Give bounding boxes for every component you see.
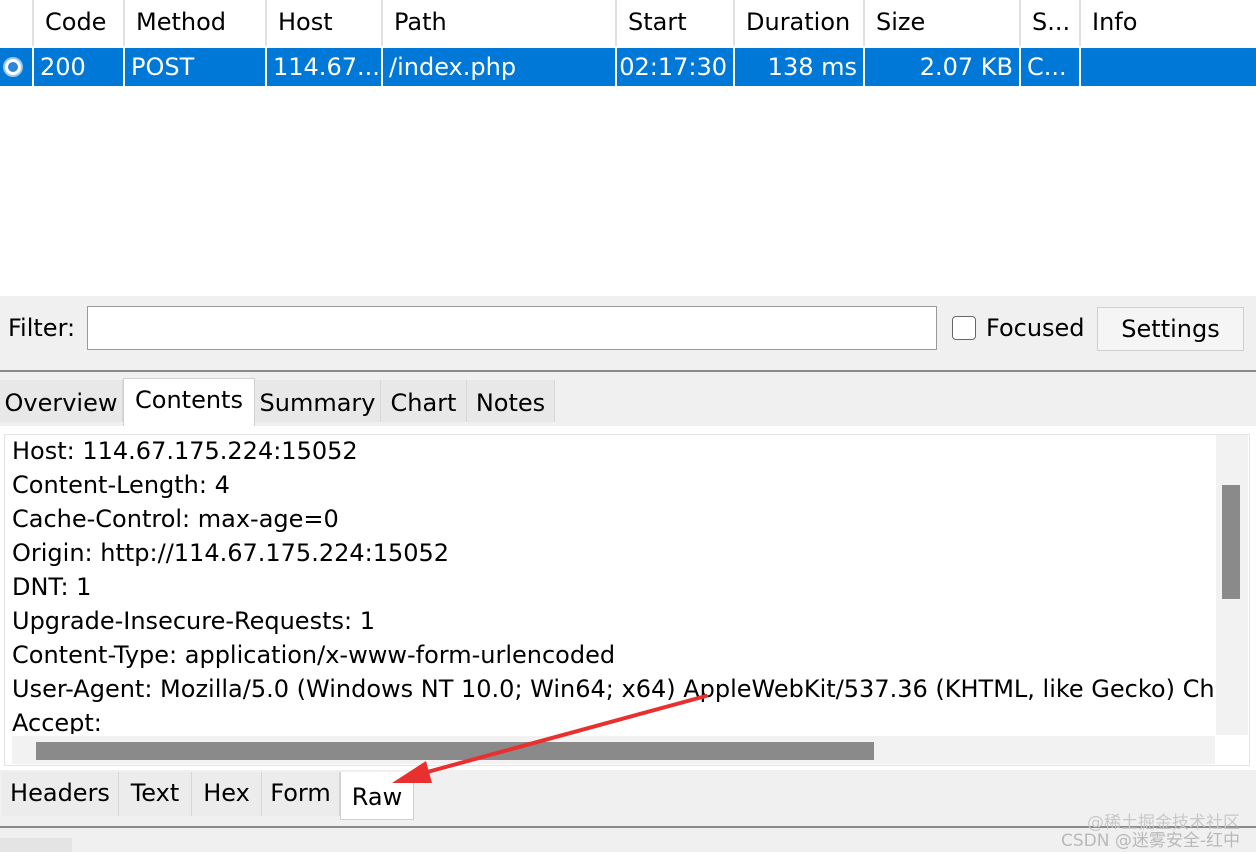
col-header-start[interactable]: Start [617, 0, 735, 46]
header-line: Content-Length: 4 [12, 471, 230, 499]
tab-notes[interactable]: Notes [467, 380, 555, 422]
tab-headers[interactable]: Headers [2, 772, 119, 816]
cell-method: POST [125, 48, 267, 86]
tab-summary[interactable]: Summary [255, 380, 381, 422]
col-header-icon[interactable] [0, 0, 34, 46]
header-line: DNT: 1 [12, 573, 92, 601]
raw-text-area[interactable]: Host: 114.67.175.224:15052 Content-Lengt… [12, 434, 1215, 734]
col-header-path[interactable]: Path [383, 0, 617, 46]
tab-form[interactable]: Form [262, 772, 340, 816]
focused-label[interactable]: Focused [986, 314, 1085, 342]
col-header-status[interactable]: S... [1021, 0, 1081, 46]
tab-overview[interactable]: Overview [0, 380, 123, 422]
header-line: Content-Type: application/x-www-form-url… [12, 641, 616, 669]
tab-text[interactable]: Text [119, 772, 192, 816]
table-row[interactable]: 200 POST 114.67.... /index.php 02:17:30 … [0, 48, 1256, 86]
vertical-scroll-thumb[interactable] [1222, 485, 1240, 599]
horizontal-scrollbar[interactable] [12, 736, 1215, 764]
vertical-scrollbar[interactable] [1216, 435, 1248, 735]
settings-button[interactable]: Settings [1097, 307, 1244, 351]
header-line: Upgrade-Insecure-Requests: 1 [12, 607, 375, 635]
view-tabs: Headers Text Hex Form Raw [0, 770, 1256, 826]
cell-start: 02:17:30 [617, 48, 735, 86]
header-line: Host: 114.67.175.224:15052 [12, 437, 358, 465]
cell-status: C... [1021, 48, 1081, 86]
filter-bar: Filter: Focused Settings [0, 296, 1256, 370]
filter-input[interactable] [87, 306, 937, 350]
header-line: Origin: http://114.67.175.224:15052 [12, 539, 450, 567]
grid-header: Code Method Host Path Start Duration Siz… [0, 0, 1256, 46]
inspector-tabs: Overview Contents Summary Chart Notes [0, 372, 1256, 426]
watermark-line2: CSDN @迷雾安全-红中 [1060, 831, 1240, 851]
contents-panel: Host: 114.67.175.224:15052 Content-Lengt… [0, 426, 1256, 770]
header-line: Accept: [12, 709, 102, 734]
tab-raw[interactable]: Raw [340, 772, 414, 820]
focused-checkbox[interactable] [952, 316, 976, 340]
header-line: Cache-Control: max-age=0 [12, 505, 339, 533]
col-header-info[interactable]: Info [1081, 0, 1256, 46]
col-header-size[interactable]: Size [865, 0, 1021, 46]
cell-code: 200 [34, 48, 125, 86]
tab-hex[interactable]: Hex [192, 772, 262, 816]
session-grid: Code Method Host Path Start Duration Siz… [0, 0, 1256, 296]
cell-size: 2.07 KB [865, 48, 1021, 86]
lower-pane-tab [0, 838, 72, 852]
cell-info [1081, 48, 1256, 86]
header-line: User-Agent: Mozilla/5.0 (Windows NT 10.0… [12, 675, 1215, 703]
col-header-duration[interactable]: Duration [735, 0, 865, 46]
tab-contents[interactable]: Contents [123, 378, 255, 426]
cell-duration: 138 ms [735, 48, 865, 86]
col-header-host[interactable]: Host [267, 0, 383, 46]
filter-label: Filter: [8, 314, 76, 342]
col-header-code[interactable]: Code [34, 0, 125, 46]
col-header-method[interactable]: Method [125, 0, 267, 46]
cell-host: 114.67.... [267, 48, 383, 86]
horizontal-scroll-thumb[interactable] [36, 742, 874, 760]
cell-path: /index.php [383, 48, 617, 86]
ie-globe-icon [3, 57, 23, 77]
tab-chart[interactable]: Chart [381, 380, 467, 422]
